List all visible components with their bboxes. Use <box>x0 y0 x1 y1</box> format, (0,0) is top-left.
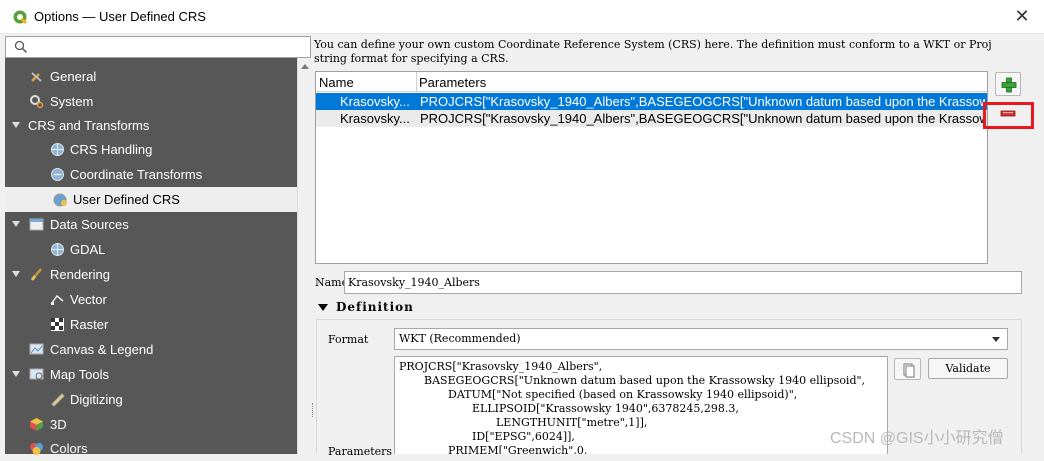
sidebar-item-rendering[interactable]: Rendering <box>5 262 297 287</box>
scroll-up-icon[interactable] <box>301 64 309 69</box>
description-text: You can define your own custom Coordinat… <box>314 38 992 65</box>
wkt-line: BASEGEOGCRS["Unknown datum based upon th… <box>424 374 866 387</box>
format-select[interactable]: WKT (Recommended) <box>394 328 1008 350</box>
table-header: Name Parameters <box>316 72 987 92</box>
splitter-handle[interactable] <box>312 403 314 417</box>
wkt-line: PRIMEM["Greenwich",0, <box>448 444 588 454</box>
definition-label: Definition <box>336 300 414 314</box>
expand-arrow-icon[interactable] <box>12 122 20 128</box>
window-title: Options — User Defined CRS <box>34 9 206 24</box>
sidebar-item-label: Data Sources <box>50 217 129 232</box>
row-name: Krasovsky... <box>340 111 410 126</box>
collapse-arrow-icon[interactable] <box>318 304 328 311</box>
sidebar-item-user-defined-crs[interactable]: User Defined CRS <box>5 187 297 212</box>
globe-icon <box>51 243 64 256</box>
sidebar-item-label: CRS and Transforms <box>28 118 150 133</box>
sidebar-item-label: Coordinate Transforms <box>70 167 203 182</box>
wkt-line: LENGTHUNIT["metre",1]], <box>496 416 648 429</box>
cube-icon <box>30 418 43 431</box>
format-label: Format <box>328 333 369 346</box>
sidebar-item-3d[interactable]: 3D <box>5 412 297 437</box>
parameters-label: Parameters <box>328 445 393 458</box>
expand-arrow-icon[interactable] <box>12 271 20 277</box>
wrench-icon <box>31 72 42 82</box>
sidebar-item-label: System <box>50 94 94 109</box>
sidebar-item-label: Digitizing <box>70 392 123 407</box>
definition-header[interactable]: Definition <box>318 300 414 314</box>
sidebar-item-label: Raster <box>70 317 109 332</box>
format-selected-value: WKT (Recommended) <box>399 332 521 345</box>
sidebar-item-crs-handling[interactable]: CRS Handling <box>5 137 297 162</box>
sidebar-item-label: Canvas & Legend <box>50 342 154 357</box>
sidebar-item-gdal[interactable]: GDAL <box>5 237 297 262</box>
table-row[interactable]: Krasovsky... PROJCRS["Krasovsky_1940_Alb… <box>316 110 987 127</box>
plus-icon <box>1001 77 1017 93</box>
validate-button[interactable]: Validate <box>928 358 1008 379</box>
column-header-parameters[interactable]: Parameters <box>419 75 486 90</box>
search-input[interactable] <box>5 36 311 58</box>
options-dialog: Options — User Defined CRS ✕ General Sys… <box>0 0 1044 458</box>
sidebar-item-data-sources[interactable]: Data Sources <box>5 212 297 237</box>
crs-table[interactable]: Name Parameters Krasovsky... PROJCRS["Kr… <box>315 71 988 264</box>
globe-transform-icon <box>51 168 64 181</box>
sidebar-item-colors[interactable]: Colors <box>5 436 297 461</box>
checker-icon <box>51 318 64 331</box>
row-name: Krasovsky... <box>340 94 410 109</box>
vector-icon <box>51 294 64 305</box>
digitizing-icon <box>51 393 65 407</box>
sidebar-item-label: Colors <box>50 441 88 456</box>
search-icon <box>14 40 28 54</box>
globe-icon <box>51 143 64 156</box>
sidebar-item-system[interactable]: System <box>5 89 297 114</box>
wkt-textarea[interactable]: PROJCRS["Krasovsky_1940_Albers", BASEGEO… <box>394 356 888 454</box>
map-tools-icon <box>29 368 44 380</box>
annotation-highlight-box <box>983 102 1034 129</box>
expand-arrow-icon[interactable] <box>12 221 20 227</box>
row-params: PROJCRS["Krasovsky_1940_Albers",BASEGEOG… <box>420 94 985 109</box>
wkt-line: ELLIPSOID["Krassowsky 1940",6378245,298.… <box>472 402 739 415</box>
wkt-line: DATUM["Not specified (based on Krassowsk… <box>448 388 798 401</box>
expand-arrow-icon[interactable] <box>12 371 20 377</box>
sidebar-item-label: General <box>50 69 97 84</box>
title-bar: Options — User Defined CRS ✕ <box>0 0 1044 34</box>
add-crs-button[interactable] <box>995 72 1021 96</box>
sidebar-item-vector[interactable]: Vector <box>5 287 297 312</box>
table-row[interactable]: Krasovsky... PROJCRS["Krasovsky_1940_Alb… <box>316 93 987 110</box>
paintbrush-icon <box>30 268 42 281</box>
copy-button[interactable] <box>894 358 921 380</box>
watermark-text: CSDN @GIS小小研究僧 <box>830 430 1004 447</box>
canvas-icon <box>29 343 44 355</box>
sidebar-item-label: GDAL <box>70 242 106 257</box>
table-icon <box>29 218 44 231</box>
sidebar-item-label: Vector <box>70 292 107 307</box>
sidebar-item-crs-and-transforms[interactable]: CRS and Transforms <box>5 113 297 138</box>
sidebar-item-digitizing[interactable]: Digitizing <box>5 387 297 412</box>
qgis-logo-icon <box>13 10 28 25</box>
gears-icon <box>30 95 44 109</box>
sidebar-item-general[interactable]: General <box>5 64 297 89</box>
sidebar-item-map-tools[interactable]: Map Tools <box>5 362 297 387</box>
sidebar-scrollbar[interactable] <box>297 58 311 454</box>
sidebar-item-raster[interactable]: Raster <box>5 312 297 337</box>
sidebar-item-label: User Defined CRS <box>73 192 180 207</box>
chevron-down-icon <box>992 337 1000 342</box>
copy-icon <box>903 363 915 378</box>
sidebar-item-label: Map Tools <box>50 367 110 382</box>
column-header-name[interactable]: Name <box>319 75 354 90</box>
column-divider[interactable] <box>416 72 417 92</box>
sidebar-item-coordinate-transforms[interactable]: Coordinate Transforms <box>5 162 297 187</box>
sidebar-item-label: Rendering <box>50 267 110 282</box>
sidebar-item-label: 3D <box>50 417 67 432</box>
sidebar-item-canvas-legend[interactable]: Canvas & Legend <box>5 337 297 362</box>
close-icon[interactable]: ✕ <box>1014 7 1030 25</box>
wkt-line: PROJCRS["Krasovsky_1940_Albers", <box>399 360 603 373</box>
name-input[interactable]: Krasovsky_1940_Albers <box>344 271 1022 294</box>
sidebar-item-label: CRS Handling <box>70 142 153 157</box>
wkt-line: ID["EPSG",6024]], <box>472 430 575 443</box>
row-params: PROJCRS["Krasovsky_1940_Albers",BASEGEOG… <box>420 111 985 126</box>
user-globe-icon <box>53 193 67 207</box>
